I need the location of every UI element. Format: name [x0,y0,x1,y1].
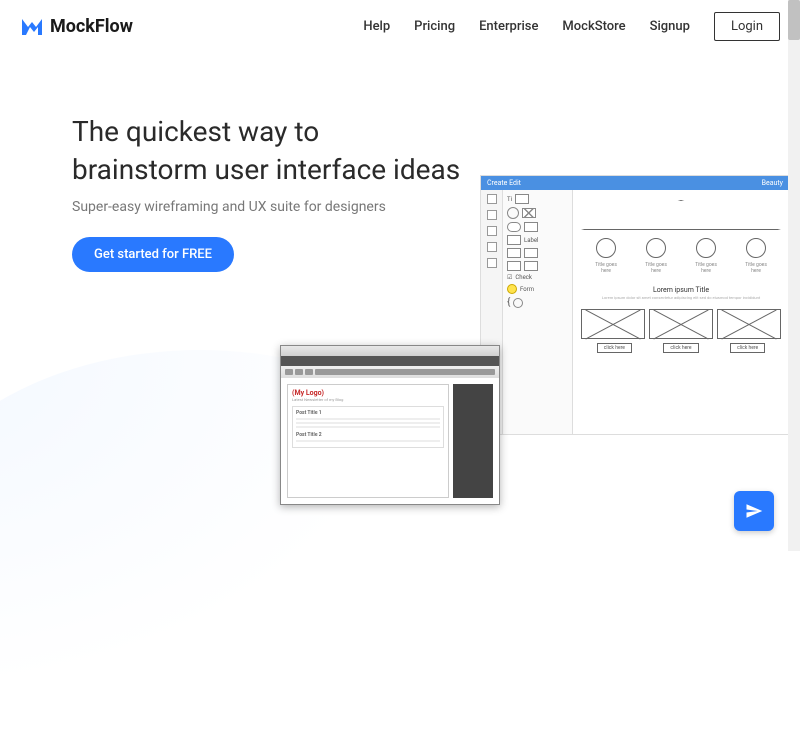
scrollbar[interactable] [788,0,800,551]
bm-tabs [281,356,499,366]
paper-plane-icon [745,502,763,520]
wf-box-row [581,309,781,339]
header: MockFlow Help Pricing Enterprise MockSto… [0,0,800,53]
wf-label: Label [524,237,539,244]
wf-form: Form [520,286,534,293]
bm-subtext: Latest Newsletter of my Blog [292,397,444,402]
nav-signup[interactable]: Signup [650,19,690,34]
bm-post1: Post Title 1 [296,410,440,416]
wireframe-toolbar: Create Edit Beauty [481,176,789,190]
wf-label-row: Title goes here Title goes here Title go… [581,262,781,274]
wf-tool-icon [487,242,497,252]
browser-mockup: (My Logo) Latest Newsletter of my Blog P… [280,345,500,505]
wf-roof-shape [581,200,781,230]
wf-canvas: Title goes here Title goes here Title go… [573,190,789,434]
nav-help[interactable]: Help [363,19,390,34]
wf-components-panel: Ti Label ☑Check Form { [503,190,573,434]
wf-btn-row: click here click here click here [581,343,781,353]
wf-toolbar-right: Beauty [762,179,783,187]
chat-fab-button[interactable] [734,491,774,531]
bm-sidebar [453,384,493,498]
logo[interactable]: MockFlow [20,15,133,39]
bm-post2: Post Title 2 [296,432,440,438]
login-button[interactable]: Login [714,12,780,41]
wf-section-title: Lorem ipsum Title [581,286,781,294]
wireframe-editor-mockup: Create Edit Beauty Ti Label ☑Check Form … [480,175,790,435]
wf-tool-icon [487,226,497,236]
wf-circle-row [581,238,781,258]
main-nav: Help Pricing Enterprise MockStore Signup… [363,12,780,41]
wf-lorem-text: Lorem ipsum dolor sit amet consectetur a… [581,296,781,301]
bm-content: (My Logo) Latest Newsletter of my Blog P… [281,378,499,504]
mockup-illustration: Create Edit Beauty Ti Label ☑Check Form … [280,175,790,515]
bm-titlebar [281,346,499,356]
nav-mockstore[interactable]: MockStore [562,19,625,34]
wf-tool-icon [487,210,497,220]
wf-tool-icon [487,194,497,204]
wf-toolbar-left: Create Edit [487,179,521,187]
cta-button[interactable]: Get started for FREE [72,237,234,272]
wf-text-tool: Ti [507,196,512,203]
hero-title-line1: The quickest way to [72,115,319,148]
wf-tool-icon [487,258,497,268]
nav-pricing[interactable]: Pricing [414,19,455,34]
bm-logo: (My Logo) [292,389,444,397]
bm-toolbar [281,366,499,378]
nav-enterprise[interactable]: Enterprise [479,19,538,34]
mockflow-logo-icon [20,15,44,39]
scrollbar-thumb[interactable] [788,0,800,40]
wf-check: Check [515,274,532,281]
logo-text: MockFlow [50,16,133,37]
